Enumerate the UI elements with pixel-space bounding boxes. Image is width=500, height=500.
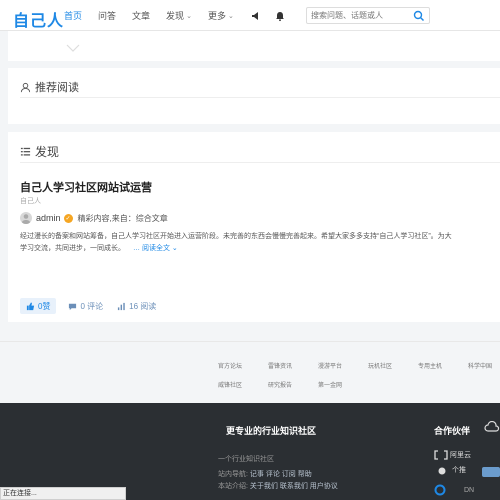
recommend-title: 推荐阅读 xyxy=(35,82,79,94)
discover-header: 发现 xyxy=(20,143,59,160)
search-box xyxy=(306,7,430,24)
like-button[interactable]: 0赞 xyxy=(20,298,57,314)
footer-desc: 一个行业知识社区 xyxy=(218,456,274,463)
footer-slogan: 更专业的行业知识社区 xyxy=(226,426,317,436)
friend-link[interactable]: 玩机社区 xyxy=(368,361,392,370)
nav-discover-label: 发现 xyxy=(166,11,185,21)
footer-about: 本站介绍: 关于我们 联系我们 用户协议 xyxy=(218,481,338,491)
partner-name: 个推 xyxy=(452,467,466,474)
post-meta: 精彩内容,来自：综合文章 xyxy=(77,213,168,223)
post-excerpt: 经过漫长的备案和网站筹备，自己人学习社区开始进入运营阶段。未完善的东西会慢慢完善… xyxy=(20,231,500,255)
verified-badge-icon: ✓ xyxy=(63,213,73,223)
chevron-down-icon: ⌄ xyxy=(227,12,234,20)
footer-nav-label: 站内导航: xyxy=(218,471,248,478)
divider xyxy=(20,162,500,163)
excerpt-line-1: 经过漫长的备案和网站筹备，自己人学习社区开始进入运营阶段。未完善的东西会慢慢完善… xyxy=(20,233,452,240)
megaphone-icon[interactable] xyxy=(250,10,262,22)
excerpt-text: 学习交流，共同进步，一同成长。 xyxy=(20,245,125,252)
partner-aliyun[interactable]: 阿里云 xyxy=(434,450,471,460)
bell-icon[interactable] xyxy=(274,10,286,22)
list-icon xyxy=(20,147,31,156)
friend-link[interactable]: 威锋社区 xyxy=(218,380,242,389)
top-header: 自己人 首页 问答 文章 发现 ⌄ 更多 ⌄ xyxy=(0,0,500,31)
bar-chart-icon xyxy=(118,302,125,310)
user-avatar-icon xyxy=(21,214,31,224)
aliyun-logo-icon xyxy=(434,450,448,460)
avatar[interactable] xyxy=(20,212,32,224)
post-title[interactable]: 自己人学习社区网站试运营 xyxy=(20,179,152,195)
chevron-down-icon: ⌄ xyxy=(171,245,178,252)
friend-link[interactable]: 雷锋资讯 xyxy=(268,361,292,370)
partner-dn[interactable]: DN xyxy=(434,484,474,496)
divider xyxy=(20,97,500,98)
author-name[interactable]: admin xyxy=(36,213,61,223)
friend-link[interactable]: 官方论坛 xyxy=(218,361,242,370)
main-nav: 首页 问答 文章 发现 ⌄ 更多 ⌄ xyxy=(64,0,298,31)
views-indicator: 16 阅读 xyxy=(117,301,156,312)
nav-discover[interactable]: 发现 ⌄ xyxy=(166,9,192,22)
discover-title: 发现 xyxy=(35,145,60,159)
comment-link[interactable]: 0 评论 xyxy=(68,301,103,312)
friend-link[interactable]: 专用主机 xyxy=(418,361,442,370)
like-count: 0赞 xyxy=(38,301,51,311)
read-more-link[interactable]: … 阅读全文 ⌄ xyxy=(133,245,178,252)
author-row: admin ✓ 精彩内容,来自：综合文章 xyxy=(20,211,168,225)
browser-status-bar: 正在连接... xyxy=(0,487,126,500)
nav-home[interactable]: 首页 xyxy=(64,9,82,22)
chevron-down-icon xyxy=(66,44,80,52)
nav-questions[interactable]: 问答 xyxy=(98,9,116,22)
partner-title: 合作伙伴 xyxy=(434,426,471,436)
partner-name: DN xyxy=(464,486,475,494)
nav-articles[interactable]: 文章 xyxy=(132,9,150,22)
friend-link[interactable]: 研究报告 xyxy=(268,380,292,389)
user-icon xyxy=(20,82,31,92)
read-more-label: 阅读全文 xyxy=(141,245,170,252)
partner-logo-icon xyxy=(434,484,446,496)
friend-links: 官方论坛 雷锋资讯 漫游平台 玩机社区 专用主机 科学中国 威锋社区 研究报告 … xyxy=(0,341,500,403)
cloud-icon xyxy=(484,421,500,432)
comment-icon xyxy=(69,303,77,310)
partner-name: 阿里云 xyxy=(450,452,471,459)
comment-count: 0 评论 xyxy=(80,301,104,311)
thumbs-up-icon xyxy=(26,301,35,310)
view-count: 16 阅读 xyxy=(129,301,157,311)
post-source[interactable]: 自己人 xyxy=(20,196,41,206)
partner-getui[interactable]: 个推 xyxy=(436,465,466,475)
apple-logo-icon xyxy=(438,467,446,475)
partner-badge[interactable] xyxy=(482,467,500,477)
post-actions: 0赞 0 评论 16 阅读 xyxy=(20,298,170,314)
footer-nav: 站内导航: 记事 评论 订阅 帮助 xyxy=(218,469,312,479)
search-icon[interactable] xyxy=(413,10,425,22)
site-footer: 更专业的行业知识社区 合作伙伴 一个行业知识社区 站内导航: 记事 评论 订阅 … xyxy=(0,403,500,500)
friend-link[interactable]: 第一金网 xyxy=(318,380,342,389)
site-logo[interactable]: 自己人 xyxy=(13,7,64,31)
recommend-header: 推荐阅读 xyxy=(20,79,79,95)
nav-more-label: 更多 xyxy=(207,11,226,21)
footer-about-label: 本站介绍: xyxy=(218,483,248,490)
footer-about-links[interactable]: 关于我们 联系我们 用户协议 xyxy=(250,483,338,490)
chevron-down-icon: ⌄ xyxy=(186,12,192,20)
recommend-card: 推荐阅读 xyxy=(8,68,500,124)
search-input[interactable] xyxy=(307,8,411,23)
content-card-top xyxy=(8,31,500,61)
nav-more[interactable]: 更多 ⌄ xyxy=(208,9,234,22)
ellipsis: … xyxy=(133,245,140,252)
friend-link[interactable]: 漫游平台 xyxy=(318,361,342,370)
footer-nav-links[interactable]: 记事 评论 订阅 帮助 xyxy=(250,471,312,478)
discover-card: 发现 自己人学习社区网站试运营 自己人 admin ✓ 精彩内容,来自：综合文章… xyxy=(8,132,500,322)
excerpt-line-2: 学习交流，共同进步，一同成长。 … 阅读全文 ⌄ xyxy=(20,243,500,255)
friend-link[interactable]: 科学中国 xyxy=(468,361,492,370)
